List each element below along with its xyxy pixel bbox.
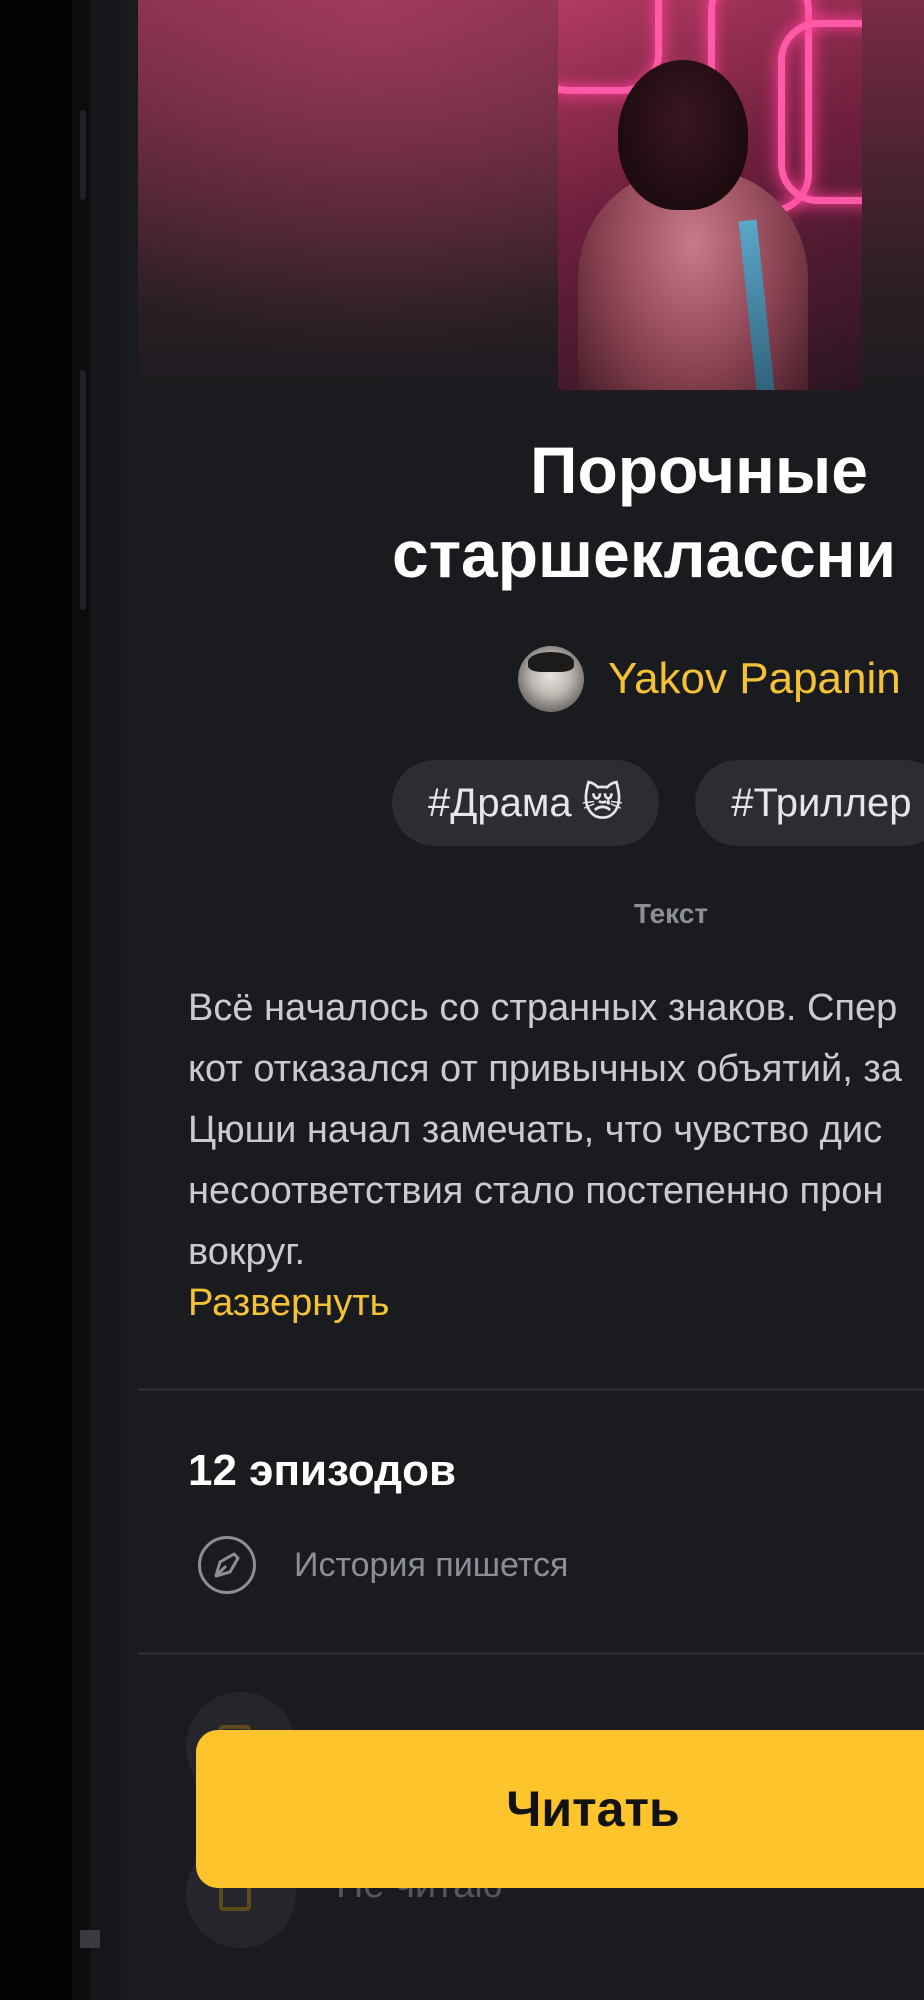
story-status-row: История пишется (198, 1536, 568, 1594)
tag-drama[interactable]: #Драма 😿 (392, 760, 660, 846)
story-status-label: История пишется (294, 1545, 569, 1584)
story-title-line: Порочные (530, 433, 868, 507)
rail-notch (80, 110, 86, 200)
description-line: кот отказался от привычных объятий, за (188, 1048, 902, 1090)
story-description: Всё началось со странных знаков. Спер ко… (188, 978, 924, 1283)
author-name: Yakov Papanin (608, 654, 901, 703)
description-line: вокруг. (188, 1231, 306, 1273)
expand-description-link[interactable]: Развернуть (188, 1282, 389, 1325)
app-screen: Порочные старшеклассни Yakov Papanin #Др… (0, 0, 924, 2000)
pen-icon-glyph (214, 1552, 240, 1578)
cover-figure-head (618, 60, 748, 210)
description-line: Цюши начал замечать, что чувство дис (188, 1109, 883, 1151)
tag-thriller[interactable]: #Триллер (695, 760, 924, 846)
section-divider (138, 1652, 924, 1655)
read-button[interactable]: Читать (196, 1730, 924, 1888)
author-link[interactable]: Yakov Papanin (518, 646, 901, 712)
neon-sign (778, 20, 862, 204)
description-line: Всё началось со странных знаков. Спер (188, 987, 898, 1029)
left-rail (72, 0, 90, 2000)
section-divider (138, 1388, 924, 1391)
story-title-line: старшеклассни (392, 517, 897, 591)
read-button-label: Читать (506, 1781, 680, 1837)
background-sheet (90, 0, 138, 2000)
scroll-handle[interactable] (80, 1930, 100, 1948)
episodes-count: 12 эпизодов (188, 1446, 457, 1495)
author-avatar (518, 646, 584, 712)
description-line: несоответствия стало постепенно прон (188, 1170, 884, 1212)
story-sheet: Порочные старшеклассни Yakov Papanin #Др… (138, 0, 924, 2000)
device-edge (0, 0, 72, 2000)
pen-circle-icon (198, 1536, 256, 1594)
tag-label: #Триллер (731, 780, 912, 825)
story-type-label: Текст (633, 898, 709, 929)
story-cover-image[interactable] (558, 0, 862, 390)
rail-notch (80, 430, 86, 610)
crying-cat-emoji: 😿 (581, 781, 624, 825)
tag-list: #Драма 😿 #Триллер (392, 760, 924, 846)
tag-label: #Драма (428, 780, 572, 825)
